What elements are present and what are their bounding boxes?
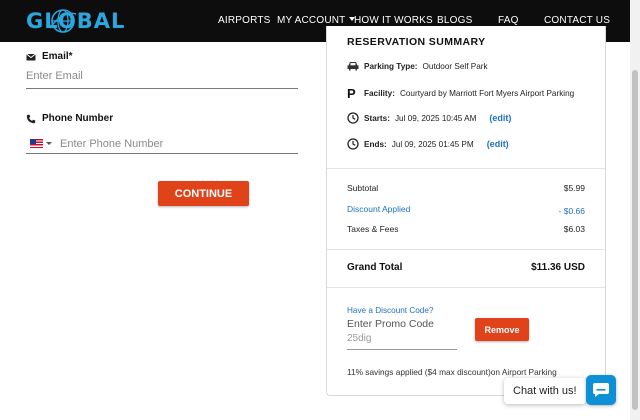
ends-value: Jul 09, 2025 01:45 PM — [391, 139, 474, 149]
starts-label: Starts: — [364, 113, 390, 123]
phone-label: Phone Number — [42, 113, 114, 124]
summary-title: RESERVATION SUMMARY — [347, 36, 486, 48]
parking-type-value: Outdoor Self Park — [422, 61, 488, 71]
parking-type-label: Parking Type: — [364, 61, 418, 71]
chat-bubble[interactable]: Chat with us! — [504, 378, 586, 404]
clock-icon — [347, 112, 359, 124]
email-label-row: Email* — [26, 51, 73, 62]
parking-p-icon: P — [347, 86, 356, 101]
grand-total-label: Grand Total — [347, 262, 403, 273]
envelope-icon — [26, 53, 36, 60]
grand-total-row: Grand Total $11.36 USD — [347, 262, 585, 273]
remove-promo-button[interactable]: Remove — [475, 318, 529, 341]
phone-icon — [26, 114, 36, 123]
divider — [327, 168, 605, 169]
discount-label: Discount Applied — [347, 204, 411, 214]
logo-text: GLOBAL — [26, 9, 126, 33]
phone-field-wrapper — [26, 134, 298, 154]
facility-row: P Facility: Courtyard by Marriott Fort M… — [347, 86, 574, 101]
discount-value: - $0.66 — [558, 206, 585, 216]
ends-row: Ends: Jul 09, 2025 01:45 PM (edit) — [347, 138, 509, 150]
global-logo[interactable]: GLOBAL — [26, 6, 125, 36]
subtotal-row: Subtotal $5.99 — [347, 183, 585, 193]
phone-field[interactable] — [60, 137, 298, 150]
scrollbar-thumb[interactable] — [632, 70, 638, 410]
nav-how-it-works[interactable]: HOW IT WORKS — [354, 15, 433, 26]
subtotal-value: $5.99 — [563, 183, 585, 193]
edit-start-link[interactable]: (edit) — [489, 113, 511, 123]
phone-label-row: Phone Number — [26, 113, 113, 124]
nav-contact-us[interactable]: CONTACT US — [544, 15, 610, 26]
grand-total-value: $11.36 USD — [531, 262, 585, 273]
chat-button[interactable] — [586, 375, 616, 405]
taxes-value: $6.03 — [563, 224, 585, 234]
discount-code-link[interactable]: Have a Discount Code? — [347, 306, 433, 315]
savings-note: 11% savings applied ($4 max discount)on … — [347, 367, 557, 377]
divider — [327, 287, 605, 288]
edit-end-link[interactable]: (edit) — [487, 139, 509, 149]
chat-icon — [593, 383, 609, 397]
email-label: Email* — [42, 51, 73, 62]
promo-code-input[interactable] — [347, 332, 457, 350]
page-scrollbar[interactable] — [630, 0, 640, 420]
facility-value: Courtyard by Marriott Fort Myers Airport… — [399, 89, 575, 98]
nav-blogs[interactable]: BLOGS — [437, 15, 472, 26]
nav-my-account-label: MY ACCOUNT — [277, 15, 346, 26]
nav-faq[interactable]: FAQ — [498, 15, 519, 26]
ends-label: Ends: — [364, 139, 387, 149]
facility-label: Facility: — [364, 89, 395, 98]
reservation-summary-panel: RESERVATION SUMMARY Parking Type: Outdoo… — [326, 26, 606, 396]
divider — [327, 249, 605, 250]
discount-row: Discount Applied - $0.66 — [347, 204, 585, 216]
continue-button[interactable]: CONTINUE — [158, 181, 249, 206]
subtotal-label: Subtotal — [347, 183, 379, 193]
taxes-label: Taxes & Fees — [347, 224, 399, 234]
promo-code-label: Enter Promo Code — [347, 318, 434, 330]
nav-my-account[interactable]: MY ACCOUNT — [277, 15, 355, 26]
us-flag-icon[interactable] — [30, 139, 43, 148]
taxes-row: Taxes & Fees $6.03 — [347, 224, 585, 234]
nav-airports[interactable]: AIRPORTS — [218, 15, 271, 26]
starts-value: Jul 09, 2025 10:45 AM — [394, 113, 477, 123]
car-icon — [347, 62, 359, 71]
parking-type-row: Parking Type: Outdoor Self Park — [347, 61, 488, 71]
country-dropdown-caret-icon[interactable] — [46, 142, 52, 145]
clock-icon — [347, 138, 359, 150]
email-field[interactable] — [26, 68, 298, 89]
starts-row: Starts: Jul 09, 2025 10:45 AM (edit) — [347, 112, 511, 124]
